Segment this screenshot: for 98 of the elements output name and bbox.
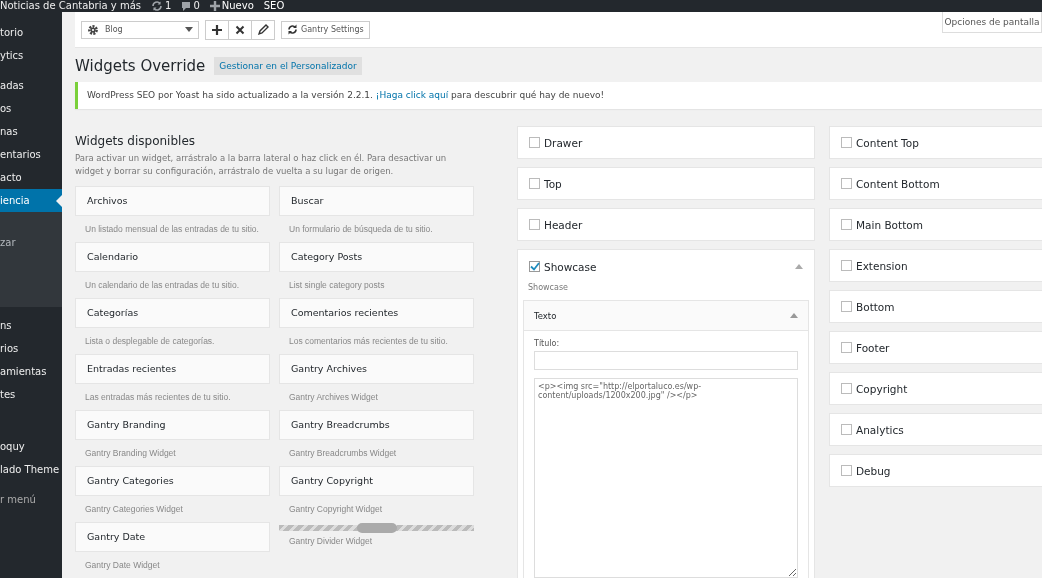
checkbox[interactable] — [841, 465, 852, 476]
menu-item[interactable]: os — [0, 97, 62, 120]
updates-link[interactable]: 1 — [151, 0, 172, 12]
section-description: Para activar un widget, arrástralo a la barra lateral o haz click en él. Para desactivar un widget y borrar su configuración, arrástralo de vuelta a su lugar de origen. — [75, 152, 448, 178]
check-icon — [529, 262, 540, 271]
menu-item[interactable]: adas — [0, 74, 62, 97]
sidebar-title[interactable]: Debug — [856, 464, 891, 477]
sidebar-title[interactable]: Content Bottom — [856, 177, 940, 190]
checkbox[interactable] — [841, 424, 852, 435]
menu-item[interactable]: entarios — [0, 143, 62, 166]
refresh-icon — [151, 1, 163, 11]
widget-card[interactable]: Buscar — [279, 186, 474, 216]
new-link[interactable]: Nuevo — [209, 0, 254, 12]
refresh-icon — [287, 24, 298, 35]
collapse-arrow-icon[interactable] — [795, 264, 803, 269]
widget-description: Gantry Branding Widget — [84, 447, 177, 460]
sidebar-title[interactable]: Footer — [856, 341, 890, 354]
update-notice: WordPress SEO por Yoast ha sido actualizado a la versión 2.2.1. ¡Haga click aquí para descubrir qué hay de nuevo! — [75, 82, 1042, 109]
menu-item[interactable]: nas — [0, 120, 62, 143]
widget-description: List single category posts — [288, 279, 386, 292]
widget-card[interactable]: Categorías — [75, 298, 270, 328]
menu-item[interactable]: lado Theme — [0, 458, 62, 481]
content-text-area[interactable]: <p><img src="http://elportaluco.es/wp-content/uploads/1200x200.jpg" /></p> — [534, 378, 798, 578]
page-title: Widgets Override — [75, 57, 206, 75]
divider-widget[interactable] — [279, 525, 474, 531]
menu-item[interactable]: tes — [0, 383, 62, 406]
screen-options-tab[interactable]: Opciones de pantalla — [942, 12, 1042, 33]
widget-card[interactable]: Gantry Copyright — [279, 466, 474, 496]
notice-link[interactable]: ¡Haga click aquí — [375, 90, 449, 100]
checkbox[interactable] — [529, 261, 540, 272]
collapse-menu-link[interactable]: r menú — [0, 488, 62, 511]
field-label: Título: — [534, 339, 561, 348]
widget-description: Gantry Categories Widget — [84, 503, 184, 516]
sidebar-title[interactable]: Showcase — [544, 260, 597, 273]
seo-link[interactable]: SEO — [263, 0, 285, 12]
checkbox[interactable] — [841, 260, 852, 271]
sidebar-title[interactable]: Copyright — [856, 382, 908, 395]
checkbox[interactable] — [841, 219, 852, 230]
section-heading: Widgets disponibles — [75, 134, 196, 148]
menu-item[interactable]: acto — [0, 166, 62, 189]
widget-description: Las entradas más recientes de tu sitio. — [84, 391, 232, 404]
sidebar-title[interactable]: Content Top — [856, 136, 919, 149]
checkbox[interactable] — [841, 383, 852, 394]
comments-link[interactable]: 0 — [181, 0, 200, 12]
submenu-item[interactable]: zar — [0, 234, 62, 252]
widget-card[interactable]: Gantry Archives — [279, 354, 474, 384]
widget-card[interactable]: Category Posts — [279, 242, 474, 272]
widget-description: Un calendario de las entradas de tu sitio. — [84, 279, 241, 292]
collapse-arrow-icon[interactable] — [790, 313, 798, 318]
widget-card[interactable]: Gantry Date — [75, 522, 270, 552]
widget-title[interactable]: Texto — [534, 310, 557, 321]
widget-card[interactable]: Gantry Branding — [75, 410, 270, 440]
sidebar-title[interactable]: Bottom — [856, 300, 895, 313]
widget-description: Gantry Divider Widget — [288, 535, 374, 548]
sidebar-title[interactable]: Main Bottom — [856, 218, 923, 231]
site-name-link[interactable]: Noticias de Cantabria y más — [0, 0, 141, 12]
sidebar-title[interactable]: Analytics — [856, 423, 904, 436]
menu-item[interactable]: amientas — [0, 360, 62, 383]
widget-card[interactable]: Archivos — [75, 186, 270, 216]
menu-item[interactable]: ytics — [0, 44, 62, 67]
widget-card[interactable]: Gantry Categories — [75, 466, 270, 496]
sidebar-title[interactable]: Header — [544, 218, 583, 231]
widget-card[interactable]: Entradas recientes — [75, 354, 270, 384]
menu-item[interactable]: iencia — [0, 189, 62, 212]
sidebar-title[interactable]: Top — [544, 177, 562, 190]
layout-select[interactable]: Blog — [81, 20, 199, 39]
widget-description: Gantry Archives Widget — [288, 391, 379, 404]
customize-button[interactable]: Gestionar en el Personalizador — [214, 57, 362, 75]
sidebar-title[interactable]: Extension — [856, 259, 908, 272]
sidebar-description: Showcase — [527, 283, 569, 294]
widget-description: Gantry Breadcrumbs Widget — [288, 447, 398, 460]
widget-description: Un listado mensual de las entradas de tu sitio. — [84, 223, 260, 236]
checkbox[interactable] — [841, 137, 852, 148]
gear-icon — [87, 23, 99, 36]
caret-down-icon — [185, 27, 193, 32]
widget-card[interactable]: Comentarios recientes — [279, 298, 474, 328]
checkbox[interactable] — [841, 342, 852, 353]
checkbox[interactable] — [529, 137, 540, 148]
widget-description: Gantry Date Widget — [84, 559, 161, 572]
widget-card[interactable]: Gantry Breadcrumbs — [279, 410, 474, 440]
sidebar-title[interactable]: Drawer — [544, 136, 583, 149]
menu-item[interactable]: oquy — [0, 435, 62, 458]
widget-description: Un formulario de búsqueda de tu sitio. — [288, 223, 434, 236]
widget-description: Gantry Copyright Widget — [288, 503, 384, 516]
menu-item[interactable]: torio — [0, 21, 62, 44]
menu-item[interactable]: rios — [0, 337, 62, 360]
widget-description: Los comentarios más recientes de tu sitio. — [288, 335, 449, 348]
checkbox[interactable] — [841, 301, 852, 312]
widget-card[interactable]: Calendario — [75, 242, 270, 272]
widget-description: Lista o desplegable de categorías. — [84, 335, 216, 348]
speech-bubble-icon — [181, 1, 192, 11]
checkbox[interactable] — [841, 178, 852, 189]
title-input-field[interactable] — [534, 351, 798, 370]
checkbox[interactable] — [529, 219, 540, 230]
menu-item[interactable]: ns — [0, 314, 62, 337]
gantry-settings-button[interactable]: Gantry Settings — [281, 20, 370, 39]
plus-icon — [209, 1, 220, 11]
checkbox[interactable] — [529, 178, 540, 189]
